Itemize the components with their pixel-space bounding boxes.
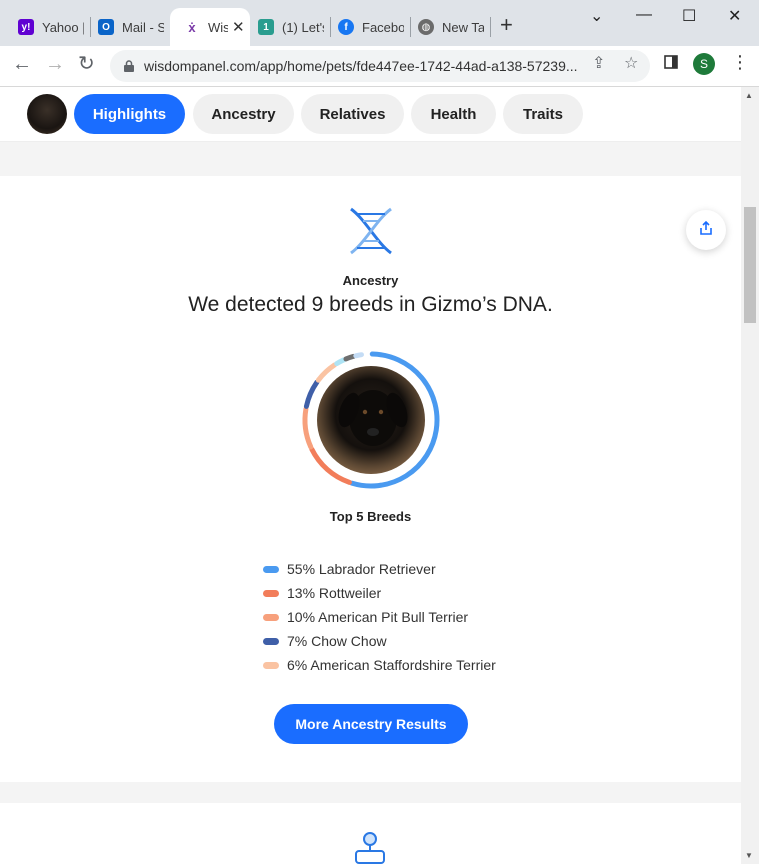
browser-tab-wisdom[interactable]: ẋ Wis ✕ <box>170 8 250 46</box>
tab-relatives[interactable]: Relatives <box>301 94 404 134</box>
scroll-down-icon[interactable]: ▼ <box>745 851 753 860</box>
reload-icon[interactable]: ↻ <box>78 54 95 74</box>
close-window-button[interactable]: ✕ <box>728 6 741 26</box>
new-tab-button[interactable]: + <box>500 14 513 36</box>
share-page-icon[interactable]: ⇪ <box>592 53 605 73</box>
browser-tab-newtab[interactable]: ◍ New Ta <box>404 8 490 46</box>
legend-item: 7% Chow Chow <box>263 629 496 653</box>
donut-segment <box>315 362 338 383</box>
tab-title: (1) Let's <box>282 19 324 35</box>
donut-segment <box>302 406 314 450</box>
tab-title: Mail - S <box>122 19 164 35</box>
browser-tab-strip: y! Yahoo | O Mail - S ẋ Wis ✕ 1 (1) Let'… <box>0 0 759 46</box>
tab-health[interactable]: Health <box>411 94 496 134</box>
share-button[interactable] <box>686 210 726 250</box>
legend-label: 7% Chow Chow <box>287 633 387 649</box>
tab-title: Faceboo <box>362 19 404 35</box>
tab-highlights[interactable]: Highlights <box>74 94 185 134</box>
forward-icon[interactable]: → <box>45 54 65 74</box>
browser-tab-mail[interactable]: O Mail - S <box>84 8 170 46</box>
tab-search-icon[interactable]: ⌄ <box>590 6 603 26</box>
wisdom-icon: ẋ <box>184 19 200 35</box>
tab-label: Highlights <box>92 105 167 123</box>
address-bar[interactable]: wisdompanel.com/app/home/pets/fde447ee-1… <box>110 50 650 82</box>
outlook-icon: O <box>98 19 114 35</box>
legend-label: 10% American Pit Bull Terrier <box>287 609 469 625</box>
legend-swatch <box>263 637 279 645</box>
legend-label: 13% Rottweiler <box>287 585 382 601</box>
facebook-icon: f <box>338 19 354 35</box>
back-icon[interactable]: ← <box>12 54 32 74</box>
bookmark-star-icon[interactable]: ☆ <box>624 53 638 73</box>
breed-donut-chart <box>299 348 443 497</box>
legend-item: 6% American Staffordshire Terrier <box>263 653 496 677</box>
browser-tab-lets[interactable]: 1 (1) Let's <box>244 8 330 46</box>
page-content: Highlights Ancestry Relatives Health Tra… <box>0 87 741 864</box>
breed-legend: 55% Labrador Retriever 13% Rottweiler 10… <box>263 557 496 677</box>
tab-title: New Ta <box>442 19 484 35</box>
legend-label: 6% American Staffordshire Terrier <box>287 657 496 673</box>
tab-icon: 1 <box>258 19 274 35</box>
browser-toolbar: ← → ↻ wisdompanel.com/app/home/pets/fde4… <box>0 46 759 87</box>
legend-swatch <box>263 589 279 597</box>
legend-item: 13% Rottweiler <box>263 581 496 605</box>
close-tab-icon[interactable]: ✕ <box>232 18 245 36</box>
legend-item: 10% American Pit Bull Terrier <box>263 605 496 629</box>
tab-separator <box>490 17 491 37</box>
legend-item: 55% Labrador Retriever <box>263 557 496 581</box>
legend-swatch <box>263 613 279 621</box>
ancestry-headline: We detected 9 breeds in Gizmo’s DNA. <box>188 293 553 316</box>
more-ancestry-results-button[interactable]: More Ancestry Results <box>274 704 468 744</box>
legend-swatch <box>263 661 279 669</box>
tab-label: Relatives <box>319 105 386 123</box>
minimize-button[interactable]: — <box>636 6 652 24</box>
pet-avatar[interactable] <box>27 94 67 134</box>
donut-segment-other <box>334 357 347 367</box>
scroll-up-icon[interactable]: ▲ <box>745 91 753 100</box>
profile-initial: S <box>699 57 708 71</box>
pet-subnav: Highlights Ancestry Relatives Health Tra… <box>0 87 741 142</box>
share-icon <box>698 220 714 241</box>
page-scrollbar[interactable]: ▲ ▼ <box>741 87 759 864</box>
url-text: wisdompanel.com/app/home/pets/fde447ee-1… <box>144 58 578 74</box>
tab-traits[interactable]: Traits <box>503 94 583 134</box>
dna-icon <box>345 205 397 262</box>
button-label: More Ancestry Results <box>295 716 447 732</box>
tab-title: Yahoo | <box>42 19 84 35</box>
globe-icon: ◍ <box>418 19 434 35</box>
health-icon <box>352 829 388 864</box>
tab-label: Traits <box>522 105 564 123</box>
top-breeds-label: Top 5 Breeds <box>329 509 412 524</box>
browser-tab-facebook[interactable]: f Faceboo <box>324 8 410 46</box>
lock-icon <box>122 58 136 74</box>
more-menu-icon[interactable]: ⋮ <box>731 52 749 73</box>
yahoo-icon: y! <box>18 19 34 35</box>
tab-ancestry[interactable]: Ancestry <box>193 94 294 134</box>
profile-avatar[interactable]: S <box>693 53 715 75</box>
pet-photo <box>317 366 425 474</box>
legend-label: 55% Labrador Retriever <box>287 561 436 577</box>
tab-title: Wis <box>208 19 228 35</box>
scroll-thumb[interactable] <box>744 207 756 323</box>
donut-segment-other <box>343 353 356 362</box>
donut-segment <box>303 379 320 409</box>
donut-segment-other <box>353 352 364 359</box>
legend-swatch <box>263 565 279 573</box>
side-panel-icon[interactable] <box>664 55 678 74</box>
maximize-button[interactable]: ☐ <box>682 6 696 26</box>
tab-label: Health <box>430 105 477 123</box>
section-label: Ancestry <box>342 273 399 288</box>
browser-tab-yahoo[interactable]: y! Yahoo | <box>4 8 90 46</box>
tab-label: Ancestry <box>211 105 276 123</box>
